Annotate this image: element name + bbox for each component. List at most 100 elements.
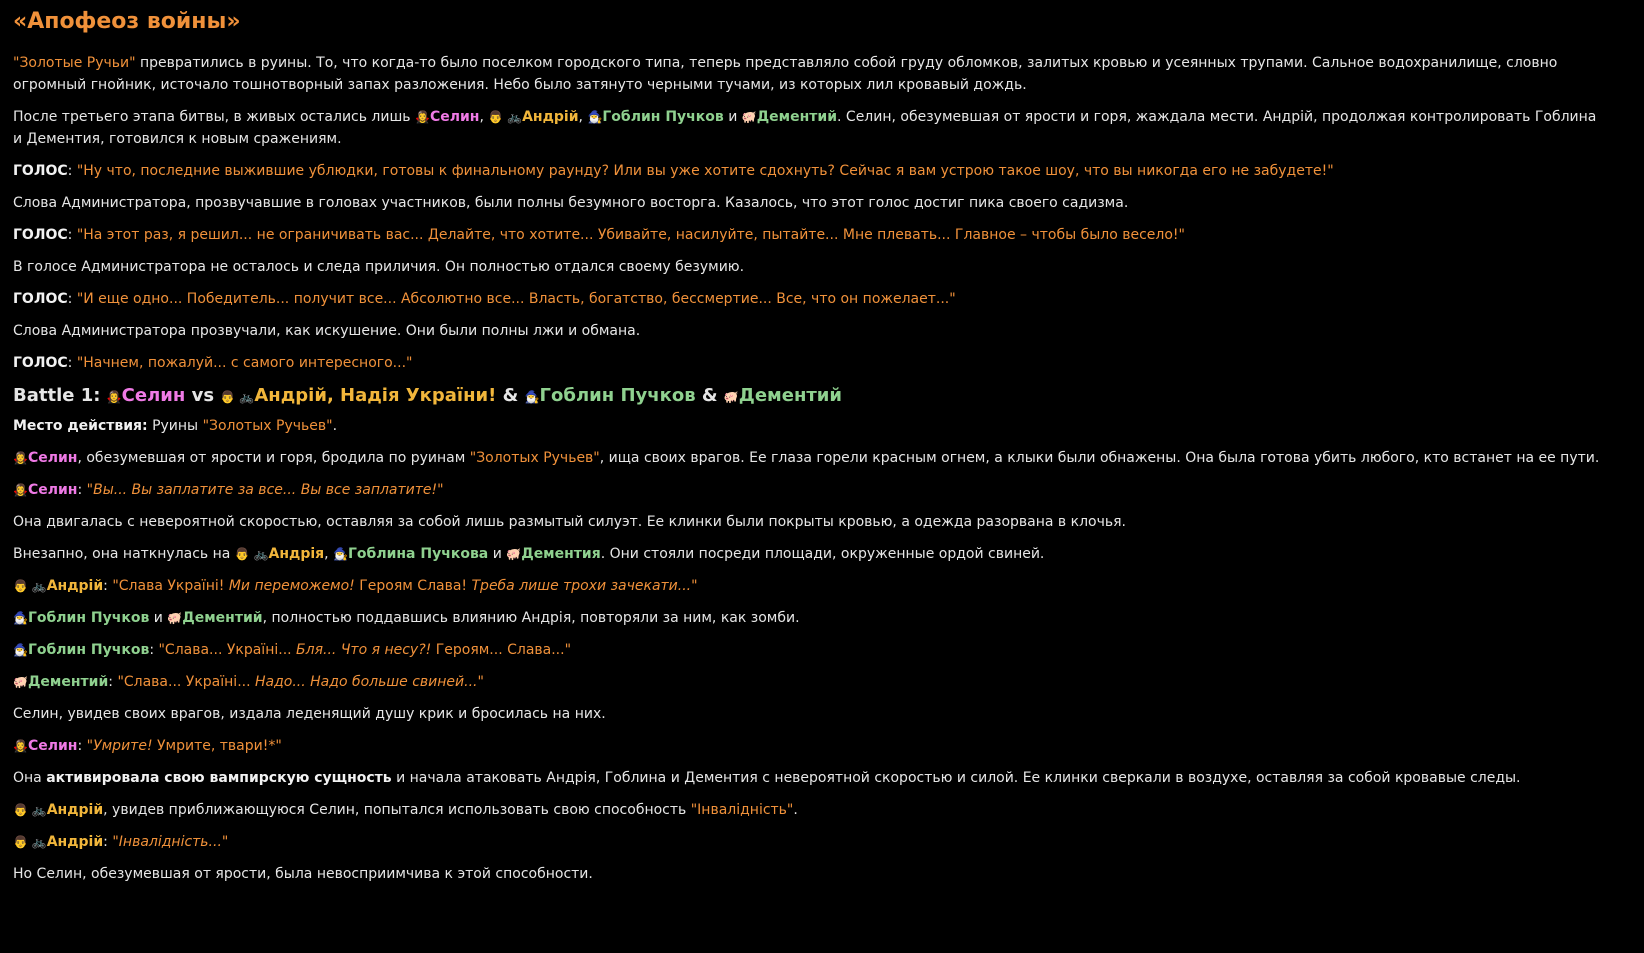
character-emoji-icon: 🧙‍♂️ bbox=[587, 110, 603, 124]
quote-text: "Начнем, пожалуй... с самого интересного… bbox=[76, 355, 413, 371]
character-emoji-icon: 🧛‍♀️ bbox=[13, 483, 28, 497]
character-emoji-icon: 🧙‍♂️ bbox=[13, 611, 28, 625]
paragraph: Она двигалась с невероятной скоростью, о… bbox=[13, 511, 1604, 533]
quote-text: "Золотых Ручьев" bbox=[202, 418, 333, 434]
paragraph: 🧙‍♂️Гоблин Пучков и 🐖Дементий, полностью… bbox=[13, 607, 1604, 629]
character-emoji-icon: 🐖 bbox=[506, 547, 522, 561]
paragraph: Селин, увидев своих врагов, издала леден… bbox=[13, 703, 1604, 725]
text-run: Battle 1: bbox=[13, 385, 107, 406]
character-name: Гоблина Пучкова bbox=[348, 546, 489, 562]
paragraph: "Золотые Ручьи" превратились в руины. То… bbox=[13, 52, 1604, 96]
quote-text: "Слава Україні! bbox=[112, 578, 229, 594]
quote-text: Героям... Слава..." bbox=[431, 642, 572, 658]
character-emoji-icon: 🐖 bbox=[167, 611, 183, 625]
text-run: После третьего этапа битвы, в живых оста… bbox=[13, 109, 415, 125]
text-run: : bbox=[67, 355, 77, 371]
paragraph: 🧙‍♂️Гоблин Пучков: "Слава... Україні... … bbox=[13, 639, 1604, 661]
character-name-andriy: Андрій bbox=[46, 834, 104, 850]
character-name: Дементий bbox=[27, 674, 109, 690]
text-run: Но Селин, обезумевшая от ярости, была не… bbox=[13, 866, 593, 882]
text-run: vs bbox=[185, 385, 221, 406]
quote-text: " bbox=[691, 578, 698, 594]
text-run: Слова Администратора, прозвучавшие в гол… bbox=[13, 195, 1129, 211]
bold-text: активировала свою вампирскую сущность bbox=[46, 770, 392, 786]
text-run: превратились в руины. То, что когда-то б… bbox=[13, 55, 1558, 93]
character-name: Дементий bbox=[182, 610, 263, 626]
page-title: «Апофеоз войны» bbox=[13, 9, 241, 34]
text-run: , bbox=[324, 546, 334, 562]
character-emoji-icon: 🧙‍♂️ bbox=[13, 643, 28, 657]
text-run: : bbox=[67, 291, 77, 307]
quote-italic-text: Надо... Надо больше свиней... bbox=[255, 674, 478, 690]
text-run: Она двигалась с невероятной скоростью, о… bbox=[13, 514, 1126, 530]
text-run: и начала атаковать Андрія, Гоблина и Дем… bbox=[391, 770, 1521, 786]
character-emoji-icon: 🐖 bbox=[741, 110, 757, 124]
character-name-selin: Селин bbox=[27, 482, 78, 498]
character-emoji-icon: 🧛‍♀️ bbox=[415, 110, 430, 124]
bold-text: ГОЛОС bbox=[13, 227, 68, 243]
paragraph: Слова Администратора, прозвучавшие в гол… bbox=[13, 192, 1604, 214]
quote-text: "Ну что, последние выжившие ублюдки, гот… bbox=[76, 163, 1334, 179]
character-emoji-icon: 🧛‍♀️ bbox=[106, 390, 122, 404]
character-name: Дементия bbox=[521, 546, 601, 562]
text-run: . bbox=[332, 418, 338, 434]
text-run: , увидев приближающуюся Селин, попытался… bbox=[103, 802, 691, 818]
quote-italic-text: Ми переможемо! bbox=[228, 578, 355, 594]
quote-text: "Інвалідність" bbox=[690, 802, 794, 818]
character-emoji-icon: 👨 🚲 bbox=[13, 579, 47, 593]
text-run: В голосе Администратора не осталось и сл… bbox=[13, 259, 745, 275]
character-name: Дементий bbox=[738, 385, 843, 406]
character-name: Гоблин Пучков bbox=[602, 109, 724, 125]
text-run: Руины bbox=[147, 418, 203, 434]
text-run: : bbox=[67, 163, 77, 179]
text-run: : bbox=[77, 482, 87, 498]
quote-text: "На этот раз, я решил... не ограничивать… bbox=[76, 227, 1185, 243]
quote-text: "И еще одно... Победитель... получит все… bbox=[76, 291, 956, 307]
text-run: . Они стояли посреди площади, окруженные… bbox=[600, 546, 1045, 562]
bold-text: Место действия: bbox=[13, 418, 148, 434]
quote-italic-text: Треба лише трохи зачекати... bbox=[471, 578, 692, 594]
character-emoji-icon: 👨 🚲 bbox=[488, 110, 523, 124]
text-run: : bbox=[103, 578, 113, 594]
quote-text: " bbox=[477, 674, 484, 690]
quote-text: "Слава... Україні... bbox=[158, 642, 297, 658]
text-run: , bbox=[479, 109, 489, 125]
character-emoji-icon: 🐖 bbox=[13, 675, 28, 689]
paragraph: ГОЛОС: "И еще одно... Победитель... полу… bbox=[13, 288, 1604, 310]
character-name-selin: Селин bbox=[27, 450, 78, 466]
text-run: : bbox=[77, 738, 87, 754]
character-emoji-icon: 👨 🚲 bbox=[13, 803, 47, 817]
quote-italic-text: Вы... Вы заплатите за все... bbox=[93, 482, 297, 498]
paragraph: 👨 🚲Андрій, увидев приближающуюся Селин, … bbox=[13, 799, 1604, 821]
paragraph: Она активировала свою вампирскую сущност… bbox=[13, 767, 1604, 789]
battle-heading: Battle 1: 🧛‍♀️Селин vs 👨 🚲Андрій, Надія … bbox=[13, 384, 1604, 408]
text-run: & bbox=[496, 385, 525, 406]
text-run: и bbox=[723, 109, 742, 125]
character-emoji-icon: 🧙‍♂️ bbox=[524, 390, 540, 404]
character-name: Гоблин Пучков bbox=[27, 642, 150, 658]
paragraph: 🧛‍♀️Селин, обезумевшая от ярости и горя,… bbox=[13, 447, 1604, 469]
character-emoji-icon: 🧙‍♂️ bbox=[333, 547, 348, 561]
paragraph: Внезапно, она наткнулась на 👨 🚲Андрія, 🧙… bbox=[13, 543, 1604, 565]
bold-text: ГОЛОС bbox=[13, 163, 68, 179]
paragraph: В голосе Администратора не осталось и сл… bbox=[13, 256, 1604, 278]
character-name: Дементий bbox=[756, 109, 838, 125]
text-run: Внезапно, она наткнулась на bbox=[13, 546, 235, 562]
text-run: , ища своих врагов. Ее глаза горели крас… bbox=[599, 450, 1600, 466]
character-name-selin: Селин bbox=[121, 385, 186, 406]
text-run: , обезумевшая от ярости и горя, бродила … bbox=[77, 450, 470, 466]
paragraph: 👨 🚲Андрій: "Слава Україні! Ми переможемо… bbox=[13, 575, 1604, 597]
paragraph: После третьего этапа битвы, в живых оста… bbox=[13, 106, 1604, 150]
quote-italic-text: Бля... Что я несу?! bbox=[296, 642, 432, 658]
character-emoji-icon: 🐖 bbox=[723, 390, 739, 404]
paragraph: 🐖Дементий: "Слава... Україні... Надо... … bbox=[13, 671, 1604, 693]
bold-text: ГОЛОС bbox=[13, 355, 68, 371]
character-name-selin: Селин bbox=[429, 109, 480, 125]
text-run: , bbox=[578, 109, 588, 125]
quote-text: "Слава... Україні... bbox=[117, 674, 255, 690]
quote-text: " bbox=[437, 482, 444, 498]
character-name-andriy: Андрій bbox=[522, 109, 579, 125]
character-name-selin: Селин bbox=[27, 738, 78, 754]
character-name-andriy: Андрій bbox=[46, 802, 104, 818]
text-run: : bbox=[67, 227, 77, 243]
